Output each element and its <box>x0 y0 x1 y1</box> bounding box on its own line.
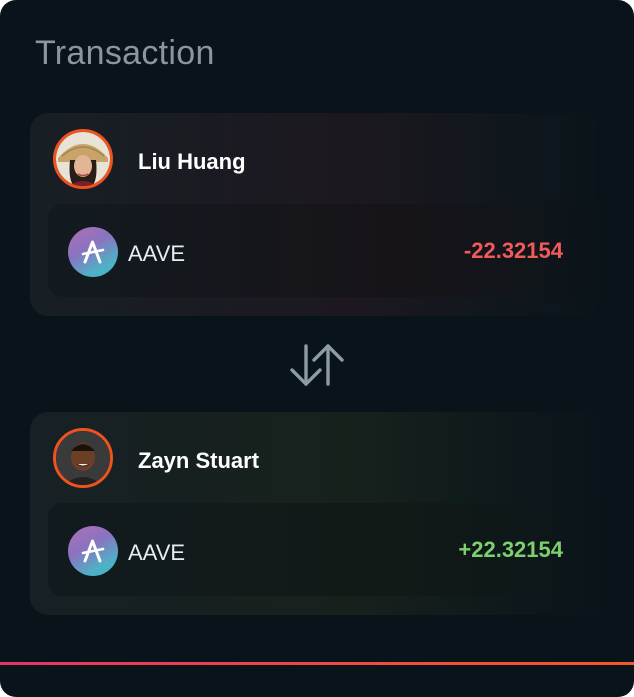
swap-arrows-icon <box>288 340 346 390</box>
token-symbol: AAVE <box>128 241 186 266</box>
avatar-image-zayn-stuart <box>56 431 110 485</box>
sender-panel: Liu Huang AAVE -22.32154 <box>30 113 615 316</box>
aave-icon <box>68 227 118 277</box>
receiver-panel: Zayn Stuart AAVE +22.32154 <box>30 412 615 615</box>
page-title: Transaction <box>35 34 215 72</box>
transaction-card: Transaction Liu Huang AAVE -22.32154 Zay… <box>0 0 634 697</box>
token-symbol: AAVE <box>128 540 186 565</box>
aave-icon <box>68 526 118 576</box>
sender-avatar[interactable] <box>53 129 113 189</box>
receiver-token-row: AAVE +22.32154 <box>48 503 615 596</box>
receiver-name: Zayn Stuart <box>138 448 260 473</box>
receiver-avatar[interactable] <box>53 428 113 488</box>
accent-divider <box>0 662 634 665</box>
sender-amount: -22.32154 <box>463 238 563 263</box>
sender-token-row: AAVE -22.32154 <box>48 204 615 297</box>
avatar-image-liu-huang <box>56 132 110 186</box>
sender-name: Liu Huang <box>138 149 246 174</box>
receiver-amount: +22.32154 <box>458 537 563 562</box>
